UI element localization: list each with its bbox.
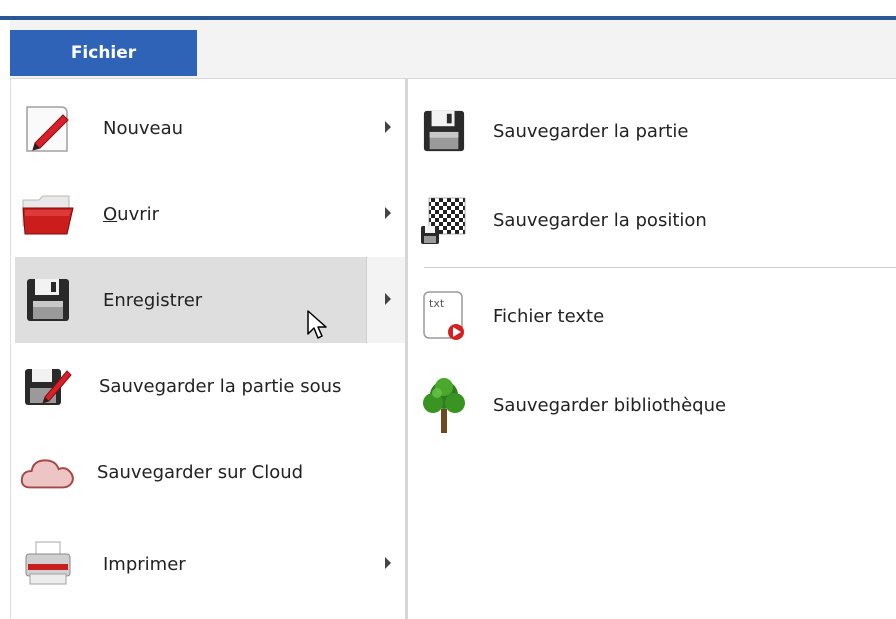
menu-item-save-as[interactable]: Sauvegarder la partie sous [15, 343, 405, 429]
menu-label-save-cloud: Sauvegarder sur Cloud [97, 461, 304, 483]
submenu-label-save-position: Sauvegarder la position [493, 209, 707, 231]
submenu-label-save-library: Sauvegarder bibliothèque [493, 394, 727, 416]
menu-label-print: Imprimer [103, 553, 186, 575]
tree-library-icon [418, 378, 470, 433]
submenu-item-save-library[interactable]: Sauvegarder bibliothèque [418, 370, 888, 440]
new-document-icon [19, 99, 77, 157]
text-file-icon-label: txt [429, 297, 445, 310]
mouse-cursor-icon [307, 310, 327, 339]
open-folder-icon [19, 185, 77, 243]
menu-accel-open: O [103, 203, 118, 225]
submenu-arrow-icon [385, 121, 391, 133]
cloud-icon [19, 443, 77, 501]
submenu-item-text-file[interactable]: txt Fichier texte [418, 281, 888, 351]
file-tab[interactable]: Fichier [10, 30, 197, 76]
window-top [0, 0, 896, 20]
ribbon-bar: Fichier [10, 20, 896, 79]
menu-item-save[interactable]: Enregistrer [15, 257, 405, 343]
submenu-arrow-icon [385, 207, 391, 219]
menu-label-open: Ouvrir [103, 204, 159, 225]
menu-item-new[interactable]: Nouveau [15, 85, 405, 171]
menu-label-save: Enregistrer [103, 289, 203, 311]
menu-item-save-cloud[interactable]: Sauvegarder sur Cloud [15, 429, 405, 515]
submenu-separator [424, 267, 896, 268]
menu-label-new: Nouveau [103, 117, 184, 139]
menu-label-open-rest: uvrir [117, 203, 160, 225]
menu-item-open[interactable]: Ouvrir [15, 171, 405, 257]
submenu-item-save-position[interactable]: Sauvegarder la position [418, 185, 888, 255]
submenu-label-text-file: Fichier texte [493, 305, 605, 327]
text-file-icon: txt [418, 290, 470, 342]
save-submenu-pane: Sauvegarder la partie Sauvegarder la pos… [408, 79, 896, 619]
menu-item-print[interactable]: Imprimer [15, 521, 405, 607]
file-menu: Nouveau Ouvrir Enregistrer Sauvegarder l… [10, 79, 406, 619]
save-as-icon [19, 357, 77, 415]
submenu-label-save-game: Sauvegarder la partie [493, 120, 689, 142]
menu-label-save-as: Sauvegarder la partie sous [99, 375, 342, 397]
submenu-arrow-icon [385, 557, 391, 569]
submenu-arrow-icon [385, 293, 391, 305]
save-floppy-icon [418, 105, 470, 157]
save-floppy-icon [19, 271, 77, 329]
submenu-item-save-game[interactable]: Sauvegarder la partie [418, 96, 888, 166]
save-position-icon [418, 194, 470, 246]
printer-icon [19, 535, 77, 593]
